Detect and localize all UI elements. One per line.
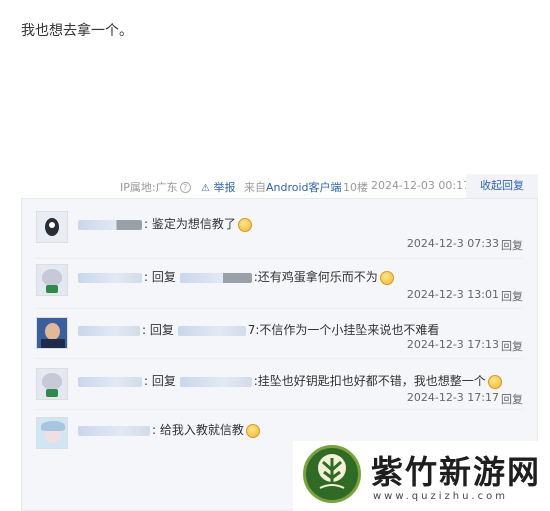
emoji-icon	[245, 423, 260, 438]
mentioned-user[interactable]	[179, 272, 252, 283]
mentioned-user[interactable]	[179, 376, 252, 387]
reply-line: : 鉴定为想信教了	[78, 215, 252, 232]
report-button[interactable]: ⚠ 举报	[201, 179, 235, 195]
reply-item: : 回复 :还有鸡蛋拿何乐而不为 2024-12-3 13:01 回复	[22, 252, 537, 312]
client-source: 来自Android客户端	[244, 179, 342, 195]
emoji-icon	[487, 374, 502, 389]
reply-text: :不信作为一个小挂坠来说也不难看	[255, 323, 440, 337]
username[interactable]	[78, 376, 142, 387]
watermark-title: 紫竹新游网	[371, 453, 542, 491]
ip-location: IP属地:广东?	[120, 179, 191, 195]
bamboo-tree-logo-icon	[303, 445, 361, 503]
reply-time: 2024-12-3 07:33	[406, 237, 499, 250]
reply-line: : 给我入教就信教	[78, 421, 260, 438]
reply-time: 2024-12-3 13:01	[406, 288, 499, 301]
reply-time: 2024-12-3 17:13	[406, 338, 499, 351]
reply-line: : 回复 :还有鸡蛋拿何乐而不为	[78, 268, 394, 285]
avatar[interactable]	[36, 417, 68, 449]
username[interactable]	[78, 325, 140, 336]
reply-to-label: : 回复	[144, 374, 176, 388]
emoji-icon	[237, 217, 252, 232]
warning-icon: ⚠	[201, 183, 210, 194]
watermark-url: www.quzizhu.com	[373, 491, 508, 502]
reply-button[interactable]: 回复	[501, 237, 523, 253]
reply-to-label: : 回复	[142, 323, 174, 337]
username[interactable]	[78, 272, 142, 283]
reply-text: : 鉴定为想信教了	[144, 217, 236, 231]
reply-time: 2024-12-3 17:17	[406, 391, 499, 404]
reply-to-label: : 回复	[144, 270, 176, 284]
username[interactable]	[78, 219, 142, 230]
reply-text: : 给我入教就信教	[152, 423, 244, 437]
reply-item: : 鉴定为想信教了 2024-12-3 07:33 回复	[22, 199, 537, 259]
avatar[interactable]	[36, 368, 68, 400]
post-time: 2024-12-03 00:17	[371, 179, 471, 192]
avatar[interactable]	[36, 264, 68, 296]
avatar[interactable]	[36, 317, 68, 349]
reply-button[interactable]: 回复	[501, 338, 523, 354]
username[interactable]	[78, 425, 150, 436]
avatar[interactable]	[36, 211, 68, 243]
collapse-replies-button[interactable]: 收起回复	[466, 174, 538, 198]
help-icon[interactable]: ?	[179, 182, 191, 193]
emoji-icon	[379, 270, 394, 285]
post-content: 我也想去拿一个。	[21, 23, 133, 39]
client-link[interactable]: Android客户端	[266, 181, 342, 194]
floor-number: 10楼	[343, 181, 368, 194]
client-prefix: 来自	[244, 181, 266, 194]
mentioned-user[interactable]	[177, 325, 246, 336]
reply-text: :挂坠也好钥匙扣也好都不错，我也想整一个	[253, 374, 486, 388]
reply-line: : 回复 7:不信作为一个小挂坠来说也不难看	[78, 321, 439, 338]
reply-text: :还有鸡蛋拿何乐而不为	[253, 270, 378, 284]
report-label: 举报	[213, 181, 236, 194]
site-watermark: 紫竹新游网 www.quzizhu.com	[293, 441, 550, 511]
ip-location-text: IP属地:广东	[120, 181, 178, 194]
reply-button[interactable]: 回复	[501, 288, 523, 304]
reply-line: : 回复 :挂坠也好钥匙扣也好都不错，我也想整一个	[78, 372, 502, 389]
